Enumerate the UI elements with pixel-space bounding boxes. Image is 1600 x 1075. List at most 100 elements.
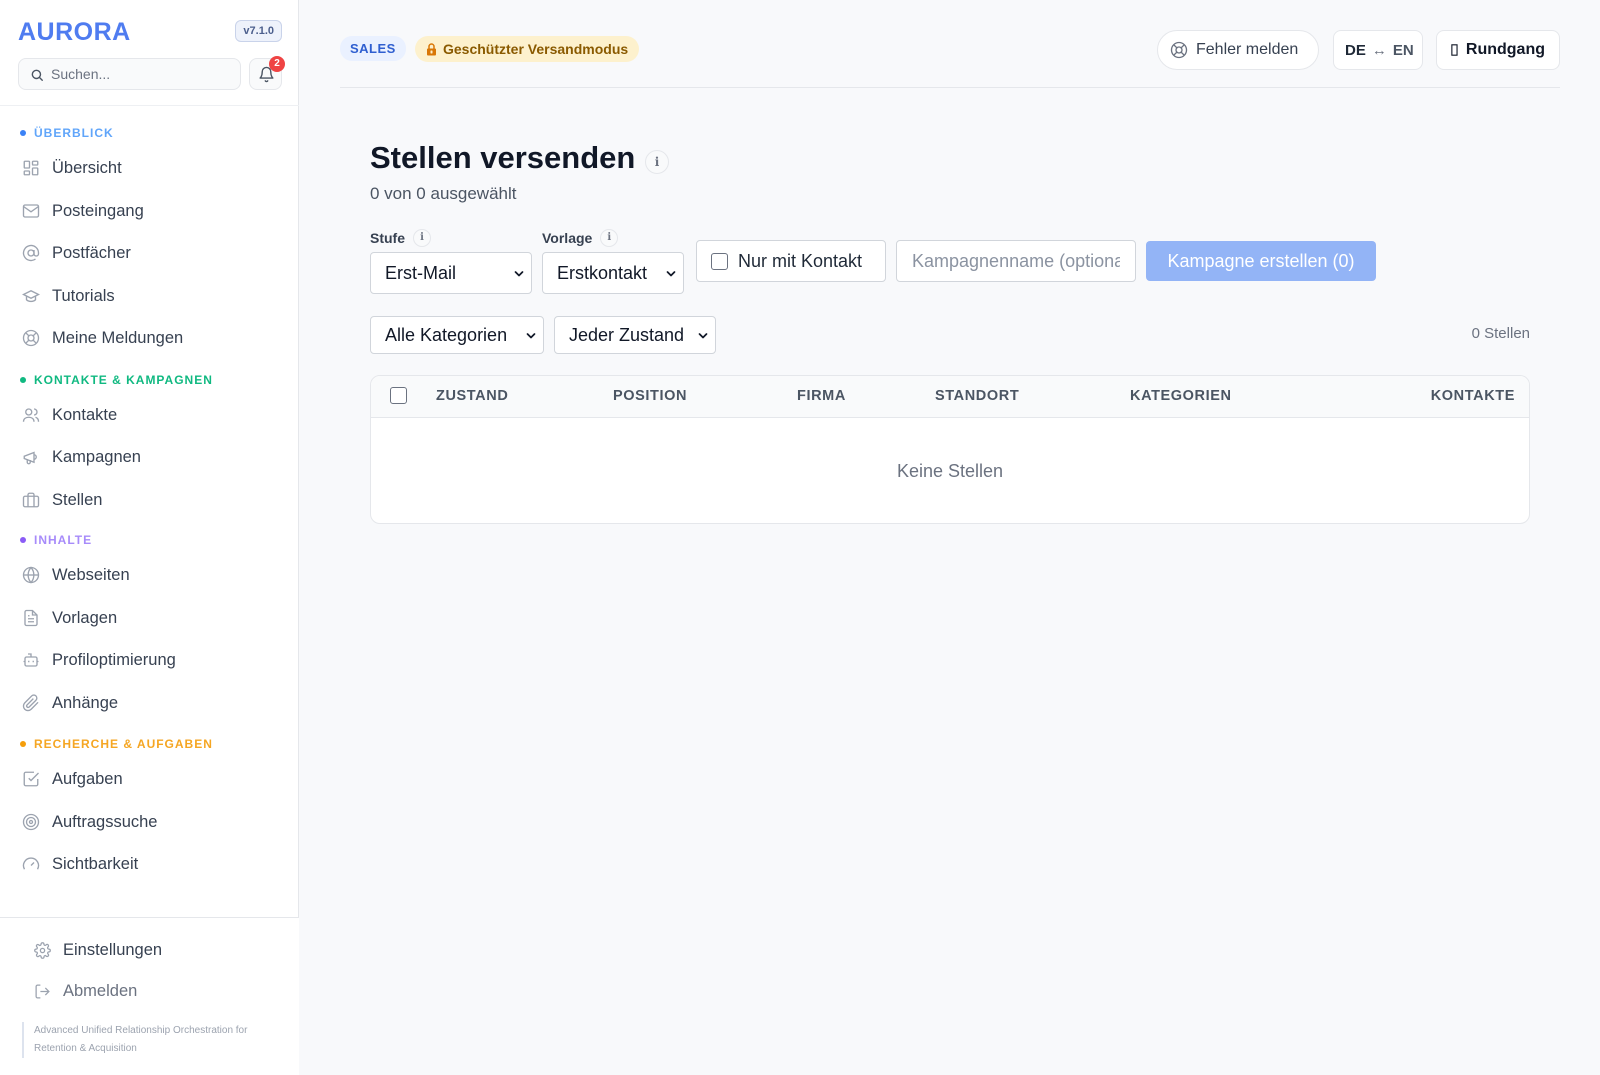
vorlage-select-value: Erstkontakt bbox=[557, 262, 648, 283]
sidebar-item-anhaenge[interactable]: Anhänge bbox=[22, 688, 118, 718]
file-text-icon bbox=[24, 609, 38, 627]
category-filter-value: Alle Kategorien bbox=[385, 324, 508, 345]
state-filter-select[interactable]: Jeder Zustand bbox=[554, 316, 716, 354]
sidebar-item-auftragssuche[interactable]: Auftragssuche bbox=[22, 807, 157, 837]
tour-label: Rundgang bbox=[1465, 41, 1545, 58]
graduation-cap-icon bbox=[22, 289, 40, 303]
section-dot bbox=[20, 130, 26, 136]
sidebar-item-label: Kontakte bbox=[52, 405, 118, 424]
chevron-down-icon bbox=[698, 333, 708, 339]
tour-icon bbox=[1451, 44, 1458, 56]
logout-icon bbox=[35, 983, 50, 999]
at-icon bbox=[22, 244, 40, 262]
lifebuoy-icon bbox=[1170, 41, 1188, 59]
protected-mode-chip: Geschützter Versandmodus bbox=[415, 36, 640, 62]
vorlage-label: Vorlage i bbox=[542, 229, 619, 247]
sidebar-item-profiloptimierung[interactable]: Profiloptimierung bbox=[22, 645, 176, 675]
contact-only-filter[interactable]: Nur mit Kontakt bbox=[696, 240, 886, 282]
notification-count-badge: 2 bbox=[269, 56, 285, 72]
megaphone-icon bbox=[23, 451, 37, 465]
chevron-down-icon bbox=[514, 271, 524, 277]
chevron-down-icon bbox=[526, 333, 536, 339]
bot-icon bbox=[23, 653, 39, 667]
sidebar-item-posteingang[interactable]: Posteingang bbox=[22, 196, 144, 226]
sidebar-item-label: Vorlagen bbox=[52, 608, 118, 627]
category-filter-select[interactable]: Alle Kategorien bbox=[370, 316, 544, 354]
column-header-firma[interactable]: FIRMA bbox=[797, 388, 846, 404]
search-box[interactable] bbox=[18, 58, 241, 90]
campaign-name-input[interactable] bbox=[896, 240, 1136, 282]
check-square-icon bbox=[23, 771, 39, 787]
gauge-icon bbox=[22, 857, 40, 870]
grid-icon bbox=[23, 160, 39, 176]
section-dot bbox=[20, 537, 26, 543]
users-icon bbox=[22, 408, 40, 422]
sidebar-item-sichtbarkeit[interactable]: Sichtbarkeit bbox=[22, 849, 138, 879]
report-bug-button[interactable]: Fehler melden bbox=[1157, 30, 1319, 70]
logout-link[interactable]: Abmelden bbox=[34, 978, 137, 1004]
section-label-text: ÜBERBLICK bbox=[34, 126, 114, 140]
lang-de-label: DE bbox=[1345, 41, 1366, 59]
column-header-kategorien[interactable]: KATEGORIEN bbox=[1130, 388, 1232, 404]
column-header-standort[interactable]: STANDORT bbox=[935, 388, 1019, 404]
language-toggle[interactable]: DE ↔ EN bbox=[1333, 30, 1423, 70]
gear-icon bbox=[34, 941, 51, 959]
sidebar-item-label: Webseiten bbox=[52, 565, 130, 584]
contact-only-checkbox[interactable] bbox=[711, 252, 728, 270]
sidebar-item-meine-meldungen[interactable]: Meine Meldungen bbox=[22, 323, 183, 353]
section-dot bbox=[20, 741, 26, 747]
jobs-table: ZUSTAND POSITION FIRMA STANDORT KATEGORI… bbox=[370, 375, 1530, 524]
sidebar-item-vorlagen[interactable]: Vorlagen bbox=[22, 603, 117, 633]
column-header-kontakte[interactable]: KONTAKTE bbox=[1431, 388, 1515, 404]
vorlage-select[interactable]: Erstkontakt bbox=[542, 252, 684, 294]
column-header-position[interactable]: POSITION bbox=[613, 388, 687, 404]
lock-icon bbox=[427, 42, 436, 55]
section-label-text: KONTAKTE & KAMPAGNEN bbox=[34, 373, 213, 387]
sidebar-item-postfaecher[interactable]: Postfächer bbox=[22, 238, 131, 268]
tour-button[interactable]: Rundgang bbox=[1436, 30, 1560, 70]
settings-label: Einstellungen bbox=[63, 940, 163, 959]
briefcase-icon bbox=[22, 492, 40, 508]
report-bug-label: Fehler melden bbox=[1196, 41, 1299, 58]
sidebar-item-aufgaben[interactable]: Aufgaben bbox=[22, 764, 123, 794]
globe-icon bbox=[22, 566, 40, 584]
select-all-checkbox[interactable] bbox=[390, 387, 407, 404]
settings-link[interactable]: Einstellungen bbox=[34, 937, 162, 963]
column-header-zustand[interactable]: ZUSTAND bbox=[436, 388, 508, 404]
selection-summary: 0 von 0 ausgewählt bbox=[370, 184, 517, 203]
title-info-icon[interactable]: i bbox=[645, 150, 669, 174]
section-label-text: RECHERCHE & AUFGABEN bbox=[34, 737, 213, 751]
brand-row: AURORA v7.1.0 bbox=[18, 18, 282, 48]
section-label-ueberblick: ÜBERBLICK bbox=[20, 126, 114, 140]
sales-mode-chip: SALES bbox=[340, 36, 406, 61]
section-label-inhalte: INHALTE bbox=[20, 533, 92, 547]
sidebar-item-label: Anhänge bbox=[52, 693, 119, 712]
search-icon bbox=[31, 69, 43, 81]
notifications-button[interactable]: 2 bbox=[249, 56, 285, 90]
empty-state-message: Keine Stellen bbox=[896, 461, 1004, 481]
vorlage-label-text: Vorlage bbox=[542, 230, 593, 246]
sidebar-item-label: Postfächer bbox=[52, 243, 131, 262]
sidebar-item-webseiten[interactable]: Webseiten bbox=[22, 560, 130, 590]
sidebar-item-uebersicht[interactable]: Übersicht bbox=[22, 153, 122, 183]
sidebar-item-label: Profiloptimierung bbox=[52, 650, 176, 669]
paperclip-icon bbox=[22, 694, 39, 712]
brand-logo[interactable]: AURORA bbox=[18, 18, 131, 47]
create-campaign-button[interactable]: Kampagne erstellen (0) bbox=[1146, 241, 1376, 281]
chevron-down-icon bbox=[666, 271, 676, 277]
stufe-select[interactable]: Erst-Mail bbox=[370, 252, 532, 294]
sidebar-item-label: Posteingang bbox=[52, 201, 144, 220]
sidebar-item-kampagnen[interactable]: Kampagnen bbox=[22, 442, 141, 472]
sidebar-item-stellen[interactable]: Stellen bbox=[22, 485, 102, 515]
sidebar-item-label: Stellen bbox=[52, 490, 103, 509]
sidebar-item-kontakte[interactable]: Kontakte bbox=[22, 400, 117, 430]
sidebar-item-tutorials[interactable]: Tutorials bbox=[22, 281, 115, 311]
stufe-label-text: Stufe bbox=[370, 230, 405, 246]
section-label-text: INHALTE bbox=[34, 533, 93, 547]
search-input[interactable] bbox=[51, 59, 236, 89]
stufe-info-icon[interactable]: i bbox=[413, 229, 431, 247]
sidebar-item-label: Meine Meldungen bbox=[52, 328, 184, 347]
target-icon bbox=[22, 813, 40, 831]
vorlage-info-icon[interactable]: i bbox=[600, 229, 619, 247]
stufe-select-value: Erst-Mail bbox=[385, 262, 456, 283]
